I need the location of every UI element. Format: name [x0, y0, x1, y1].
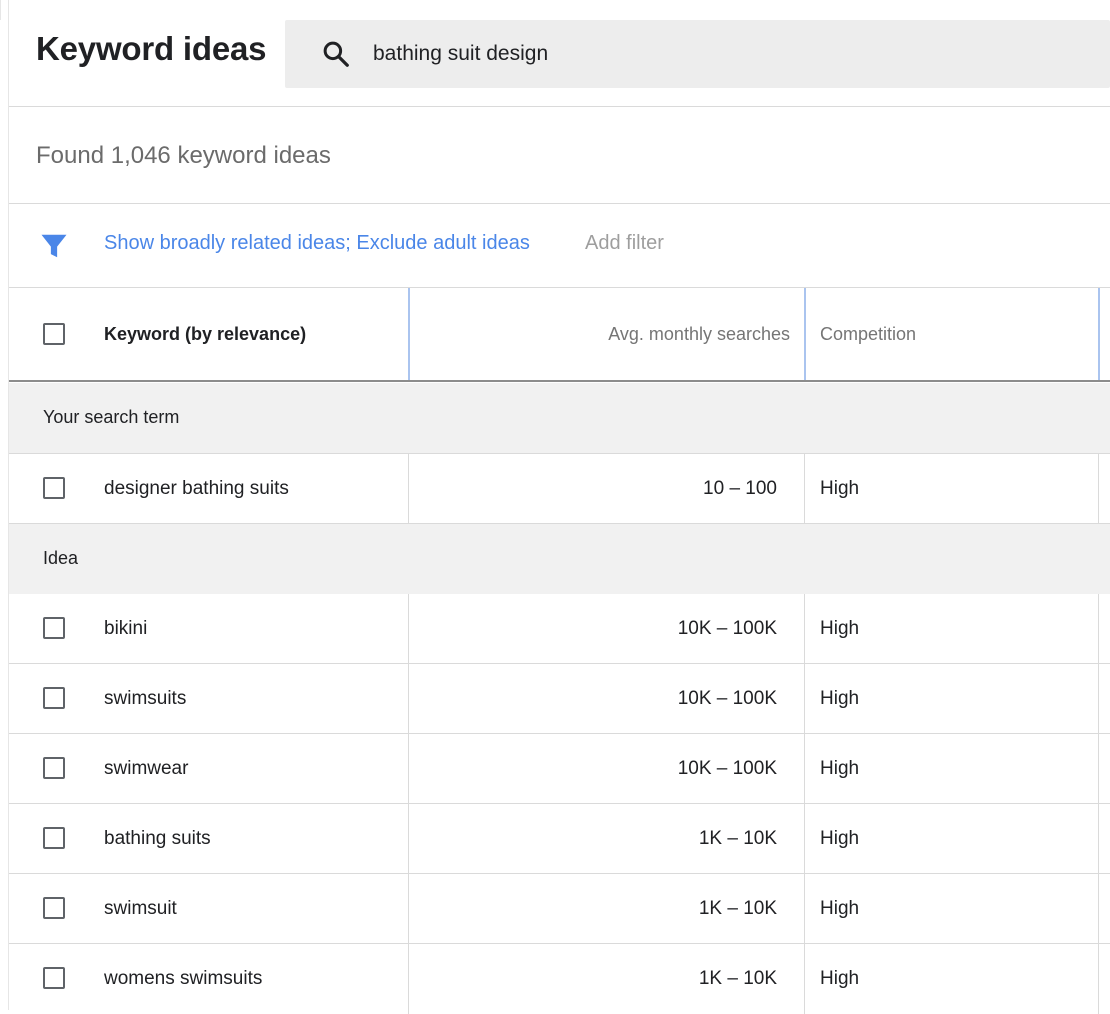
results-summary: Found 1,046 keyword ideas — [9, 107, 1110, 204]
filter-funnel-icon[interactable] — [39, 231, 69, 261]
filter-bar: Show broadly related ideas; Exclude adul… — [9, 204, 1110, 288]
column-header-competition[interactable]: Competition — [820, 324, 916, 345]
table-row[interactable]: swimwear 10K – 100K High — [9, 734, 1110, 804]
row-checkbox[interactable] — [43, 897, 65, 919]
keyword-cell: bikini — [104, 618, 148, 639]
avg-searches-cell: 1K – 10K — [698, 828, 777, 849]
row-checkbox[interactable] — [43, 757, 65, 779]
competition-cell: High — [820, 898, 860, 919]
applied-filters-link[interactable]: Show broadly related ideas; Exclude adul… — [104, 232, 530, 255]
add-filter-button[interactable]: Add filter — [585, 232, 664, 255]
table-row[interactable]: swimsuit 1K – 10K High — [9, 874, 1110, 944]
row-checkbox[interactable] — [43, 477, 65, 499]
column-divider[interactable] — [804, 288, 806, 380]
row-checkbox[interactable] — [43, 617, 65, 639]
search-input[interactable]: bathing suit design — [285, 20, 1110, 88]
section-header-search-term: Your search term — [9, 383, 1110, 454]
section-label: Idea — [43, 548, 79, 568]
competition-cell: High — [820, 618, 860, 639]
page-title: Keyword ideas — [36, 30, 267, 67]
page-header: Keyword ideas bathing suit design — [9, 0, 1110, 107]
avg-searches-cell: 1K – 10K — [698, 898, 777, 919]
table-row[interactable]: bikini 10K – 100K High — [9, 594, 1110, 664]
section-label: Your search term — [43, 407, 180, 427]
row-checkbox[interactable] — [43, 967, 65, 989]
keyword-cell: swimsuit — [104, 898, 177, 919]
section-header-idea: Idea — [9, 524, 1110, 595]
column-header-avg-monthly-searches[interactable]: Avg. monthly searches — [410, 324, 790, 345]
select-all-checkbox[interactable] — [43, 323, 65, 345]
keyword-cell: swimwear — [104, 758, 189, 779]
avg-searches-cell: 10K – 100K — [677, 758, 777, 779]
avg-searches-cell: 1K – 10K — [698, 968, 777, 989]
competition-cell: High — [820, 688, 860, 709]
column-header-keyword[interactable]: Keyword (by relevance) — [104, 324, 306, 345]
keyword-cell: womens swimsuits — [104, 968, 263, 989]
avg-searches-cell: 10K – 100K — [677, 688, 777, 709]
competition-cell: High — [820, 828, 860, 849]
table-header: Keyword (by relevance) Avg. monthly sear… — [9, 288, 1110, 382]
competition-cell: High — [820, 968, 860, 989]
avg-searches-cell: 10K – 100K — [677, 618, 777, 639]
found-count-text: Found 1,046 keyword ideas — [36, 142, 331, 169]
table-row[interactable]: bathing suits 1K – 10K High — [9, 804, 1110, 874]
row-checkbox[interactable] — [43, 827, 65, 849]
competition-cell: High — [820, 478, 860, 499]
keyword-cell: bathing suits — [104, 828, 211, 849]
column-divider[interactable] — [1098, 288, 1100, 380]
search-value[interactable]: bathing suit design — [373, 42, 548, 66]
keyword-cell: swimsuits — [104, 688, 187, 709]
keyword-cell: designer bathing suits — [104, 478, 289, 499]
search-icon[interactable] — [321, 39, 351, 69]
row-checkbox[interactable] — [43, 687, 65, 709]
table-row[interactable]: swimsuits 10K – 100K High — [9, 664, 1110, 734]
table-row[interactable]: womens swimsuits 1K – 10K High — [9, 944, 1110, 1014]
competition-cell: High — [820, 758, 860, 779]
table-row[interactable]: designer bathing suits 10 – 100 High — [9, 454, 1110, 524]
avg-searches-cell: 10 – 100 — [703, 478, 777, 499]
